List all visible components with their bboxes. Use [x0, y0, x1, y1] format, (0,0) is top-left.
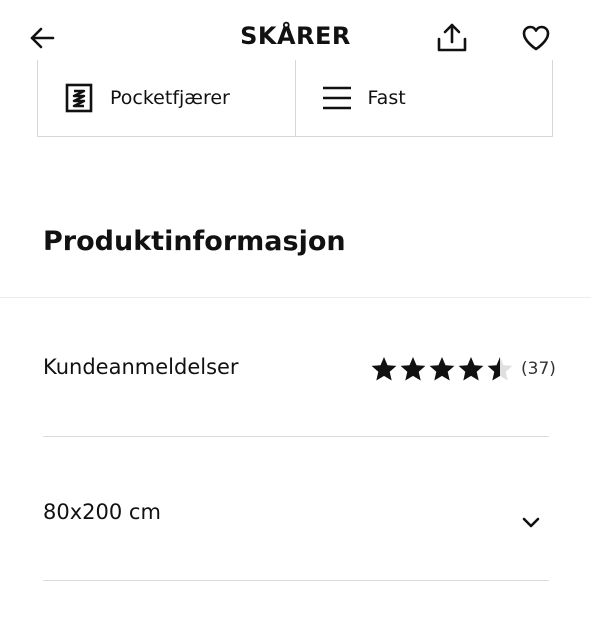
size-selector[interactable]: 80x200 cm [43, 480, 549, 560]
reviews-label: Kundeanmeldelser [43, 355, 239, 379]
feature-firmness: Fast [294, 60, 553, 136]
menu-lines-icon [322, 83, 352, 113]
product-features: Pocketfjærer Fast [37, 60, 553, 137]
heart-outline-icon [522, 25, 550, 51]
chevron-down-icon [522, 517, 540, 528]
page-title: SKÅRER [240, 22, 351, 50]
reviews-row[interactable]: Kundeanmeldelser (37) [43, 335, 556, 405]
star-icon [400, 357, 426, 381]
section-title: Produktinformasjon [43, 226, 346, 257]
star-icon [487, 357, 513, 381]
feature-pocket-springs: Pocketfjærer [38, 60, 295, 136]
divider [43, 580, 549, 581]
size-label: 80x200 cm [43, 500, 161, 524]
review-count: (37) [521, 359, 556, 379]
divider [0, 297, 591, 298]
share-upload-icon [437, 23, 467, 52]
star-icon [458, 357, 484, 381]
spring-icon [64, 83, 94, 113]
feature-label: Fast [367, 87, 406, 109]
star-icon [371, 357, 397, 381]
star-icon [429, 357, 455, 381]
share-button[interactable] [434, 20, 470, 56]
favorite-button[interactable] [518, 20, 554, 56]
divider [43, 436, 549, 437]
feature-label: Pocketfjærer [110, 87, 230, 109]
star-rating: (37) [370, 355, 556, 383]
